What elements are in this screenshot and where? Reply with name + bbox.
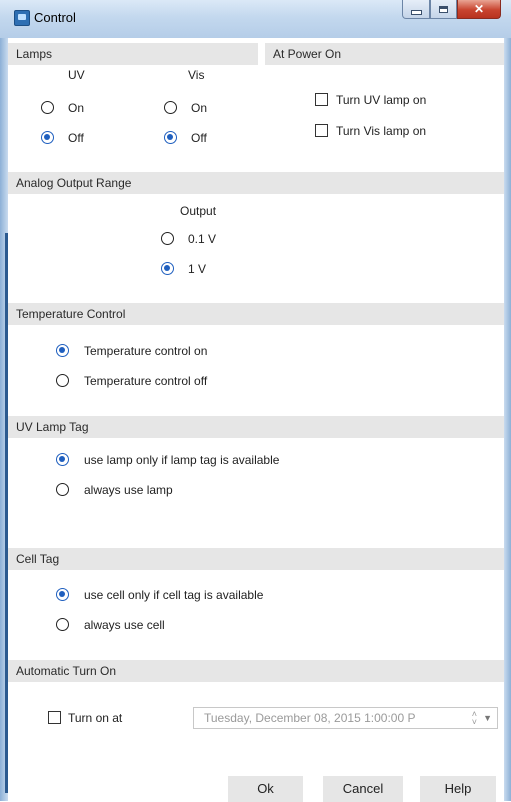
cell-tag-available-label[interactable]: use cell only if cell tag is available	[84, 588, 263, 602]
output-label: Output	[180, 204, 217, 218]
uv-lamp-tag-header: UV Lamp Tag	[8, 416, 504, 438]
right-frame	[504, 38, 511, 801]
spinner-icon[interactable]: ˄ ˅	[472, 710, 477, 727]
close-icon: ✕	[473, 2, 485, 16]
output-1v-label[interactable]: 1 V	[188, 262, 206, 276]
vis-off-radio[interactable]	[164, 131, 177, 144]
maximize-button[interactable]	[430, 0, 457, 19]
close-button[interactable]: ✕	[457, 0, 501, 19]
vis-off-label[interactable]: Off	[191, 131, 207, 145]
output-1v-radio[interactable]	[161, 262, 174, 275]
turn-vis-lamp-on-label[interactable]: Turn Vis lamp on	[336, 124, 426, 138]
left-frame	[0, 38, 8, 801]
help-button[interactable]: Help	[420, 776, 496, 802]
output-0-1v-label[interactable]: 0.1 V	[188, 232, 216, 246]
lamp-tag-available-radio[interactable]	[56, 453, 69, 466]
window-title: Control	[34, 10, 76, 25]
temperature-off-radio[interactable]	[56, 374, 69, 387]
at-power-on-header: At Power On	[265, 43, 504, 65]
uv-off-label[interactable]: Off	[68, 131, 84, 145]
dropdown-arrow-icon[interactable]: ▼	[483, 708, 492, 728]
uv-off-radio[interactable]	[41, 131, 54, 144]
always-use-cell-label[interactable]: always use cell	[84, 618, 165, 632]
temperature-on-radio[interactable]	[56, 344, 69, 357]
title-bar[interactable]: Control ✕	[0, 0, 511, 38]
lamp-tag-available-label[interactable]: use lamp only if lamp tag is available	[84, 453, 279, 467]
turn-vis-lamp-on-checkbox[interactable]	[315, 124, 328, 137]
uv-on-label[interactable]: On	[68, 101, 84, 115]
turn-on-at-label[interactable]: Turn on at	[68, 711, 122, 725]
cancel-button[interactable]: Cancel	[323, 776, 403, 802]
minimize-icon	[410, 9, 422, 15]
always-use-lamp-radio[interactable]	[56, 483, 69, 496]
uv-column-label: UV	[68, 68, 85, 82]
ok-button[interactable]: Ok	[228, 776, 303, 802]
vis-column-label: Vis	[188, 68, 205, 82]
automatic-turn-on-header: Automatic Turn On	[8, 660, 504, 682]
temperature-control-header: Temperature Control	[8, 303, 504, 325]
turn-on-at-checkbox[interactable]	[48, 711, 61, 724]
minimize-button[interactable]	[402, 0, 430, 19]
always-use-cell-radio[interactable]	[56, 618, 69, 631]
cell-tag-available-radio[interactable]	[56, 588, 69, 601]
cell-tag-header: Cell Tag	[8, 548, 504, 570]
turn-uv-lamp-on-label[interactable]: Turn UV lamp on	[336, 93, 426, 107]
vis-on-label[interactable]: On	[191, 101, 207, 115]
output-0-1v-radio[interactable]	[161, 232, 174, 245]
app-icon	[14, 10, 30, 26]
dialog-content: Lamps At Power On UV Vis On Off On Off T…	[8, 38, 504, 802]
datetime-picker[interactable]: Tuesday, December 08, 2015 1:00:00 P ˄ ˅ …	[193, 707, 498, 729]
uv-on-radio[interactable]	[41, 101, 54, 114]
lamps-header: Lamps	[8, 43, 258, 65]
temperature-off-label[interactable]: Temperature control off	[84, 374, 207, 388]
temperature-on-label[interactable]: Temperature control on	[84, 344, 207, 358]
vis-on-radio[interactable]	[164, 101, 177, 114]
datetime-value: Tuesday, December 08, 2015 1:00:00 P	[204, 711, 416, 725]
always-use-lamp-label[interactable]: always use lamp	[84, 483, 173, 497]
control-dialog: Control ✕ Lamps At Power On UV Vis On Of…	[0, 0, 511, 802]
turn-uv-lamp-on-checkbox[interactable]	[315, 93, 328, 106]
maximize-icon	[439, 5, 448, 13]
analog-output-header: Analog Output Range	[8, 172, 504, 194]
